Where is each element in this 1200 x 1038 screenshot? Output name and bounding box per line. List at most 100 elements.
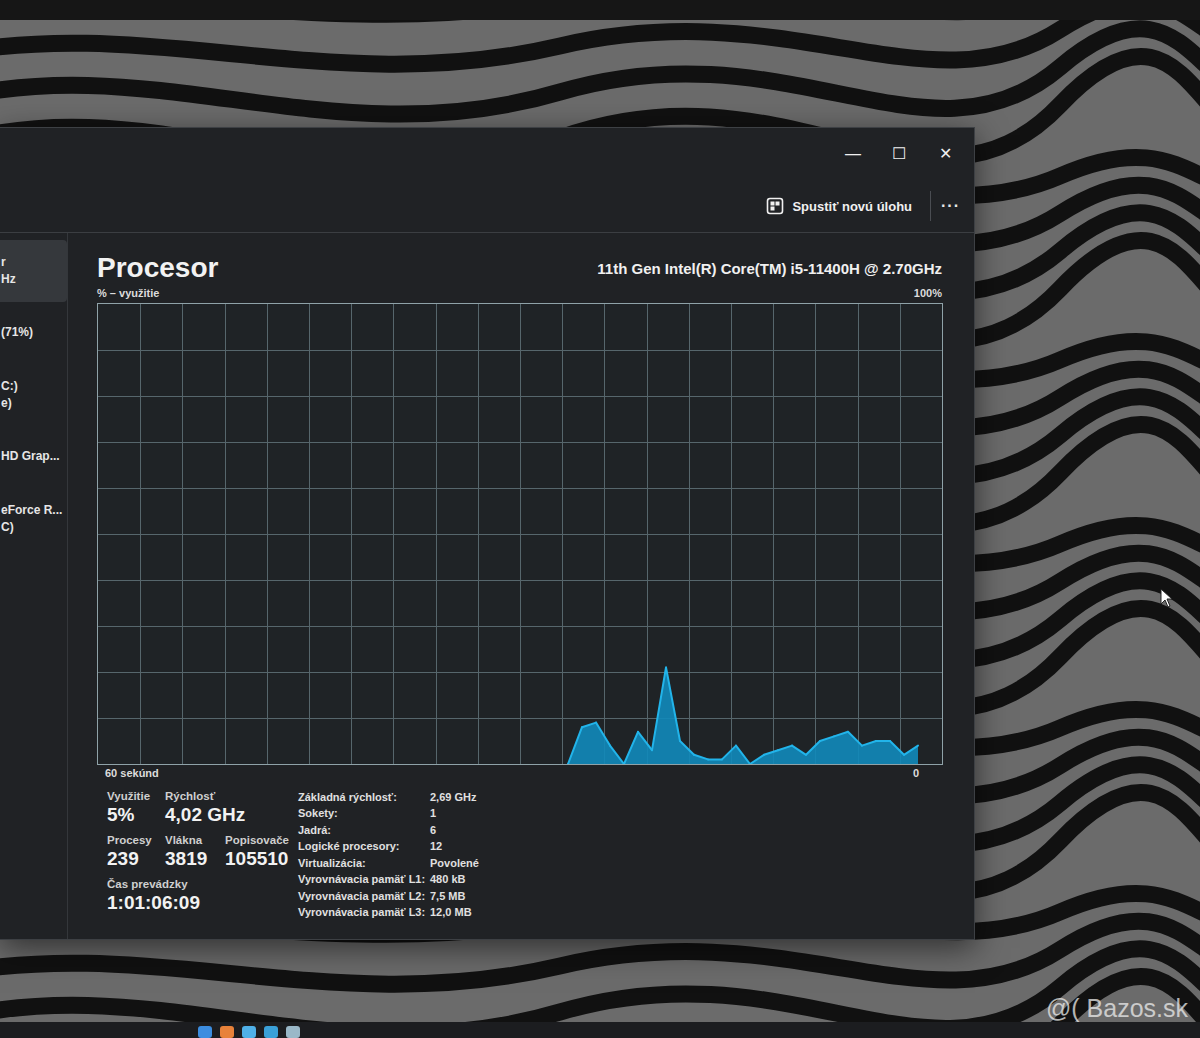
close-button[interactable]: ✕ — [922, 146, 968, 162]
mouse-cursor-shape — [1161, 589, 1172, 607]
y-axis-max: 100% — [914, 285, 942, 301]
sidebar-item-text[interactable]: C:) — [1, 378, 67, 395]
usage-area — [568, 667, 918, 764]
more-button[interactable]: ··· — [941, 194, 960, 218]
window-body: rHz (71%) C:)e) HD Grap... eForce R...C) Proc… — [0, 233, 974, 939]
stat: Čas prevádzky1:01:06:09 — [107, 877, 200, 915]
taskbar-app-icon[interactable] — [264, 1026, 278, 1038]
detail-label: Základná rýchlosť: — [298, 789, 430, 806]
command-bar: Spustiť novú úlohu ··· — [0, 181, 974, 233]
cpu-usage-chart — [97, 303, 943, 765]
detail-label: Jadrá: — [298, 822, 430, 839]
panel-title: Procesor — [97, 251, 218, 285]
detail-row: Logické procesory:12 — [298, 838, 479, 855]
detail-value: 480 kB — [430, 871, 465, 888]
stats-area: Využitie5%Rýchlosť4,02 GHzProcesy239Vlák… — [97, 789, 942, 921]
cpu-chart-canvas — [98, 304, 942, 764]
usage-point — [862, 741, 876, 746]
taskbar-app-icon[interactable] — [220, 1026, 234, 1038]
detail-value: Povolené — [430, 855, 479, 872]
stat-value: 5% — [107, 803, 165, 827]
usage-point — [904, 745, 918, 754]
detail-row: Sokety:1 — [298, 805, 479, 822]
usage-point — [708, 758, 722, 760]
sidebar-item-text[interactable]: e) — [1, 395, 67, 412]
grid-line — [98, 396, 942, 397]
panel-header: Procesor11th Gen Intel(R) Core(TM) i5-11… — [97, 245, 942, 285]
usage-point — [582, 722, 596, 727]
grid-line — [98, 534, 942, 535]
stat-label: Rýchlosť — [165, 789, 225, 803]
detail-value: 2,69 GHz — [430, 789, 476, 806]
detail-value: 7,5 MB — [430, 888, 465, 905]
mouse-cursor-icon — [1160, 588, 1174, 608]
sidebar-item[interactable]: rHz — [0, 240, 67, 302]
detail-label: Virtualizácia: — [298, 855, 430, 872]
usage-point — [596, 722, 610, 745]
stat: Procesy239 — [107, 833, 165, 871]
sidebar-item[interactable]: (71%) — [0, 302, 67, 364]
usage-point — [624, 732, 638, 764]
usage-point — [876, 740, 890, 742]
usage-point — [652, 667, 666, 750]
usage-point — [764, 750, 778, 755]
usage-point — [792, 745, 806, 754]
sidebar-item-text[interactable]: (71%) — [1, 324, 67, 341]
usage-point — [568, 727, 582, 764]
run-new-task-button[interactable]: Spustiť novú úlohu — [758, 193, 920, 221]
stat: Využitie5% — [107, 789, 165, 827]
usage-point — [848, 732, 862, 746]
wallpaper-wave — [0, 976, 1200, 1038]
watermark: @( Bazos.sk — [1046, 990, 1188, 1028]
sidebar-item-text[interactable]: Hz — [1, 271, 67, 288]
stat-label: Využitie — [107, 789, 165, 803]
usage-point — [722, 745, 736, 759]
taskbar-app-icon[interactable] — [242, 1026, 256, 1038]
stat-value: 1:01:06:09 — [107, 891, 200, 915]
usage-point — [750, 755, 764, 764]
detail-value: 1 — [430, 805, 436, 822]
stat-label: Čas prevádzky — [107, 877, 200, 891]
cpu-details: Základná rýchlosť:2,69 GHzSokety:1Jadrá:… — [298, 789, 479, 921]
taskbar — [0, 1022, 1200, 1038]
usage-point — [736, 745, 750, 763]
stat-value: 239 — [107, 847, 165, 871]
x-axis-label: 60 sekúnd — [97, 765, 159, 781]
sidebar-item-text[interactable]: C) — [1, 519, 67, 536]
taskbar-app-icon[interactable] — [286, 1026, 300, 1038]
grid-line — [98, 350, 942, 351]
detail-label: Vyrovnávacia pamäť L3: — [298, 904, 430, 921]
new-task-icon-cell — [776, 202, 780, 206]
detail-row: Virtualizácia:Povolené — [298, 855, 479, 872]
new-task-icon-cell — [771, 207, 775, 211]
detail-value: 12,0 MB — [430, 904, 472, 921]
maximize-button[interactable]: ☐ — [876, 146, 922, 162]
sidebar-item[interactable]: eForce R...C) — [0, 488, 67, 550]
usage-point — [638, 732, 652, 750]
title-bar: —☐✕ — [0, 128, 974, 181]
usage-point — [610, 745, 624, 763]
new-task-icon — [766, 197, 784, 215]
sidebar-item-text[interactable]: HD Grap... — [1, 448, 67, 465]
usage-point — [890, 741, 904, 755]
detail-row: Základná rýchlosť:2,69 GHz — [298, 789, 479, 806]
sidebar-item[interactable]: HD Grap... — [0, 426, 67, 488]
stat: Rýchlosť4,02 GHz — [165, 789, 225, 827]
run-new-task-label[interactable]: Spustiť novú úlohu — [792, 197, 912, 217]
sidebar-item-text[interactable]: eForce R... — [1, 502, 67, 519]
taskbar-app-icon[interactable] — [198, 1026, 212, 1038]
x-axis-min: 0 — [913, 765, 943, 781]
sidebar-item-text[interactable]: r — [1, 254, 67, 271]
new-task-icon-cell — [771, 202, 775, 206]
minimize-button[interactable]: — — [830, 146, 876, 162]
stat-label: Popisovače — [225, 833, 289, 847]
grid-line — [98, 442, 942, 443]
grid-line — [98, 672, 942, 673]
y-axis-label: % – využitie — [97, 285, 159, 301]
detail-row: Jadrá:6 — [298, 822, 479, 839]
stat-label: Procesy — [107, 833, 165, 847]
monitor-bezel — [0, 0, 1200, 20]
sidebar-item[interactable]: C:)e) — [0, 364, 67, 426]
wallpaper-wave — [0, 29, 1200, 114]
performance-panel: Procesor11th Gen Intel(R) Core(TM) i5-11… — [68, 233, 974, 939]
